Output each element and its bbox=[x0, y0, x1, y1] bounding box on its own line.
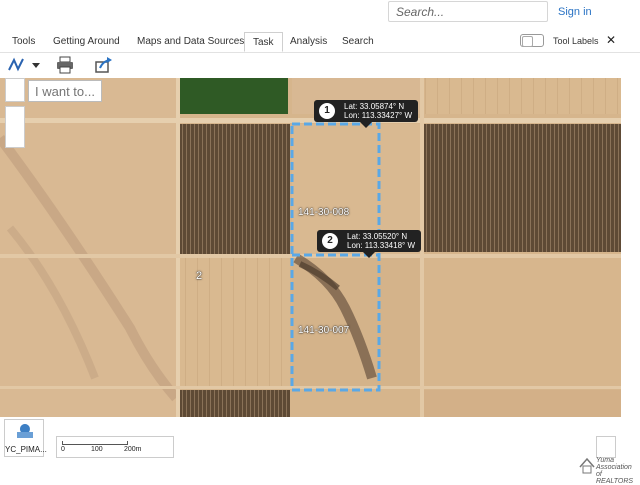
realtors-logo: Yuma Association of REALTORS bbox=[578, 455, 640, 485]
logo-text: Association bbox=[596, 464, 632, 471]
marker-number: 2 bbox=[322, 233, 338, 249]
logo-text: Yuma bbox=[596, 457, 615, 464]
zoom-control[interactable] bbox=[5, 106, 25, 148]
scale-tick: 200m bbox=[124, 446, 142, 453]
map-view[interactable]: 141-30-008 141-30-007 2 1 Lat: 33.05874°… bbox=[0, 78, 621, 417]
tab-maps-and-data-sources[interactable]: Maps and Data Sources bbox=[137, 36, 244, 47]
tab-getting-around[interactable]: Getting Around bbox=[53, 36, 120, 47]
layer-label: YC_PIMA... bbox=[5, 445, 47, 454]
marker-lat: Lat: 33.05874° N bbox=[344, 102, 405, 111]
draw-line-icon[interactable] bbox=[7, 55, 25, 75]
marker-lon: Lon: 113.33418° W bbox=[347, 241, 415, 250]
tab-task[interactable]: Task bbox=[244, 32, 283, 52]
section-number: 2 bbox=[196, 270, 203, 282]
marker-number: 1 bbox=[319, 103, 335, 119]
menu-bar: Tools Getting Around Maps and Data Sourc… bbox=[0, 32, 640, 53]
parcel-label: 141-30-007 bbox=[298, 325, 350, 336]
sign-in-link[interactable]: Sign in bbox=[558, 6, 592, 18]
scale-tick: 0 bbox=[61, 446, 65, 453]
search-input[interactable] bbox=[388, 1, 548, 22]
parcel-label: 141-30-008 bbox=[298, 207, 350, 218]
aerial-imagery bbox=[0, 78, 621, 417]
map-footer: YC_PIMA... 0 100 200m Yuma Association o… bbox=[0, 417, 640, 485]
tab-tools[interactable]: Tools bbox=[12, 36, 35, 47]
close-icon[interactable]: ✕ bbox=[606, 33, 616, 47]
toolbar bbox=[0, 53, 640, 77]
top-bar: Sign in bbox=[0, 0, 640, 30]
map-menu-button[interactable] bbox=[5, 78, 25, 102]
share-icon[interactable] bbox=[94, 55, 114, 75]
logo-text: of REALTORS bbox=[596, 471, 634, 485]
marker-lon: Lon: 113.33427° W bbox=[344, 111, 412, 120]
tab-analysis[interactable]: Analysis bbox=[290, 36, 327, 47]
layer-thumbnail[interactable]: YC_PIMA... bbox=[4, 419, 47, 457]
scale-tick: 100 bbox=[91, 446, 103, 453]
scale-bar: 0 100 200m bbox=[56, 436, 174, 458]
layer-icon bbox=[17, 424, 33, 438]
tab-search[interactable]: Search bbox=[342, 36, 374, 47]
marker-lat: Lat: 33.05520° N bbox=[347, 232, 408, 241]
tool-labels-toggle[interactable] bbox=[520, 34, 544, 47]
i-want-to-input[interactable] bbox=[28, 80, 102, 102]
house-icon bbox=[579, 457, 595, 474]
coordinate-marker[interactable]: 2 Lat: 33.05520° N Lon: 113.33418° W bbox=[317, 230, 421, 258]
tool-labels-label: Tool Labels bbox=[553, 36, 599, 46]
dropdown-caret-icon[interactable] bbox=[31, 55, 41, 75]
printer-icon[interactable] bbox=[55, 55, 75, 75]
coordinate-marker[interactable]: 1 Lat: 33.05874° N Lon: 113.33427° W bbox=[314, 100, 418, 128]
